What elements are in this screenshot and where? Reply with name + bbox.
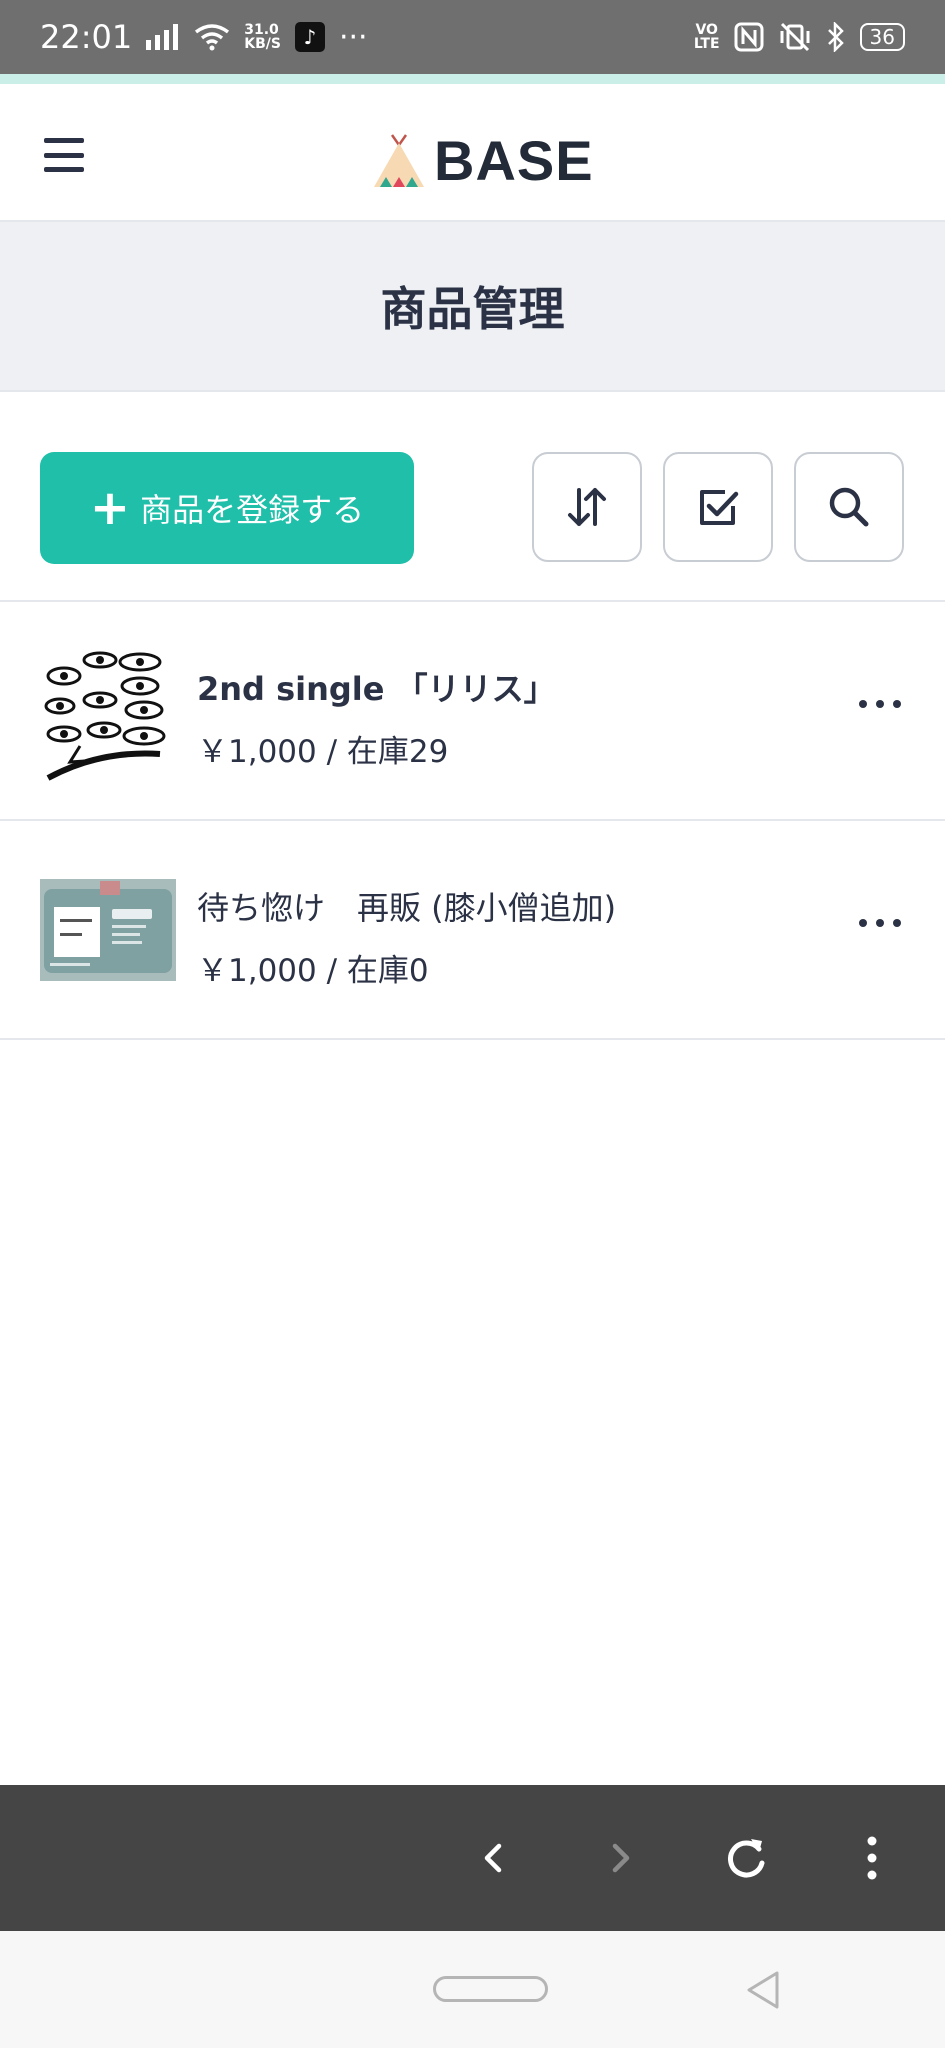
hamburger-icon[interactable] (44, 138, 84, 172)
bulk-select-button[interactable] (663, 452, 773, 562)
app-header: BASE (0, 84, 945, 222)
eyes-artwork-image (40, 650, 176, 786)
chevron-right-icon[interactable] (592, 1830, 648, 1886)
product-row[interactable]: 2nd single 「リリス」 ￥1,000 / 在庫29 (0, 602, 945, 821)
status-right: VO LTE 36 (694, 22, 905, 52)
browser-toolbar (0, 1785, 945, 1931)
system-nav-bar (0, 1931, 945, 2048)
vibrate-icon (780, 22, 810, 52)
status-left: 22:01 31.0 KB/S ♪ ··· (40, 18, 368, 56)
logo-text: BASE (434, 129, 594, 192)
volte-bottom: LTE (693, 36, 720, 52)
battery-level: 36 (869, 25, 895, 49)
signal-icon (146, 24, 179, 50)
sort-arrows-icon (568, 488, 606, 526)
search-icon (829, 487, 869, 527)
bluetooth-icon (827, 22, 844, 52)
more-vertical-icon[interactable] (844, 1830, 900, 1886)
more-options-icon[interactable] (859, 919, 901, 931)
status-bar: 22:01 31.0 KB/S ♪ ··· VO LTE 36 (0, 0, 945, 74)
base-logo[interactable]: BASE (372, 128, 594, 193)
system-back-icon[interactable] (743, 1969, 783, 2011)
add-product-button[interactable]: + 商品を登録する (40, 452, 414, 564)
product-name: 2nd single 「リリス」 (197, 670, 556, 708)
product-row[interactable]: 待ち惚け 再販 (膝小僧追加) ￥1,000 / 在庫0 (0, 821, 945, 1040)
product-price-stock: ￥1,000 / 在庫0 (197, 953, 429, 989)
nfc-icon (734, 22, 764, 52)
teepee-icon (374, 133, 424, 187)
reload-icon[interactable] (718, 1830, 774, 1886)
checkbox-icon (700, 490, 739, 525)
product-thumbnail (40, 650, 176, 786)
flyer-artwork-image (40, 879, 176, 981)
product-price-stock: ￥1,000 / 在庫29 (197, 734, 449, 770)
sort-button[interactable] (532, 452, 642, 562)
product-toolbar: + 商品を登録する (0, 390, 945, 602)
chevron-left-icon[interactable] (466, 1830, 522, 1886)
page-title: 商品管理 (380, 282, 565, 336)
volte-top: VO (695, 22, 718, 38)
net-speed-value: 31.0 (244, 22, 279, 38)
volte-indicator: VO LTE (694, 23, 720, 51)
net-speed-unit: KB/S (244, 36, 281, 52)
product-list: 2nd single 「リリス」 ￥1,000 / 在庫29 待ち惚け 再販 (… (0, 602, 945, 1040)
search-button[interactable] (794, 452, 904, 562)
status-overflow: ··· (338, 19, 368, 55)
product-thumbnail (40, 879, 176, 981)
net-speed: 31.0 KB/S (244, 23, 281, 51)
home-button[interactable] (433, 1976, 548, 2002)
product-name: 待ち惚け 再販 (膝小僧追加) (197, 889, 617, 927)
battery-indicator: 36 (859, 23, 905, 51)
tiktok-icon: ♪ (294, 22, 325, 52)
wifi-icon (195, 24, 230, 51)
add-product-label: 商品を登録する (140, 491, 365, 529)
plus-icon: + (89, 480, 131, 536)
page-load-bar (0, 74, 945, 84)
status-time: 22:01 (40, 18, 133, 56)
title-bar: 商品管理 (0, 222, 945, 390)
more-options-icon[interactable] (859, 700, 901, 712)
